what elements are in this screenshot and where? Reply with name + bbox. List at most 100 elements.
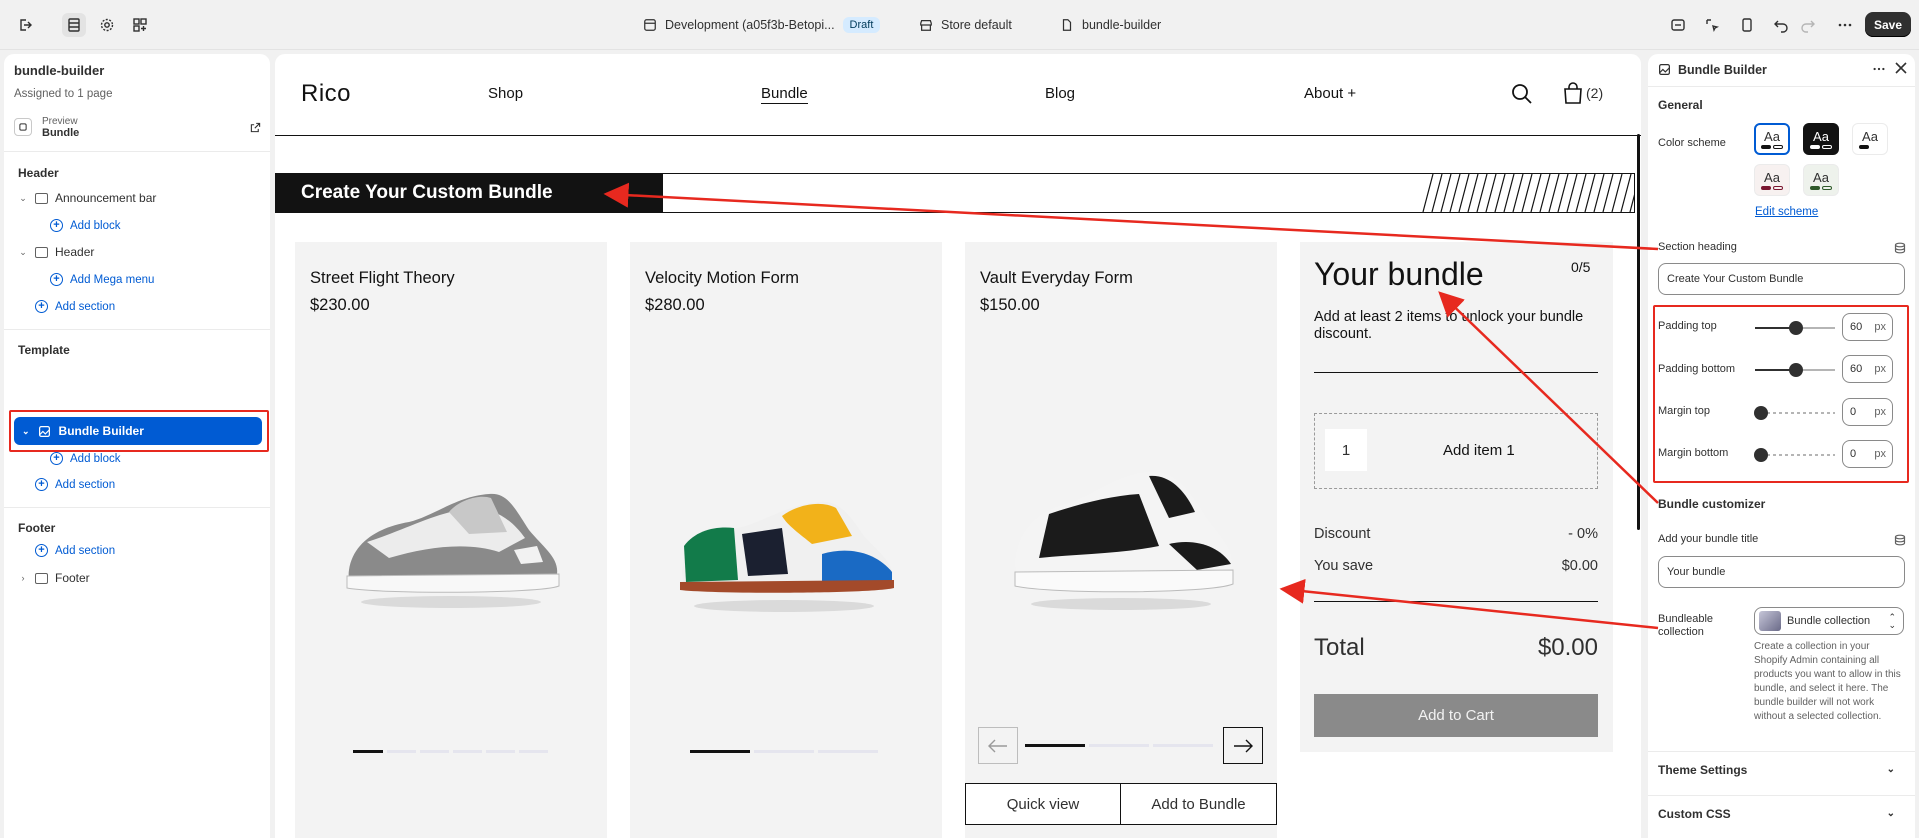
preview-selector[interactable]: Preview Bundle: [14, 114, 262, 140]
color-scheme-5[interactable]: Aa: [1803, 164, 1839, 196]
add-section-label: Add section: [55, 300, 116, 313]
section-heading-input[interactable]: Create Your Custom Bundle: [1658, 263, 1905, 295]
bundle-builder-section-icon: [1658, 63, 1672, 77]
custom-css-accordion[interactable]: Custom CSS ⌄: [1648, 795, 1915, 831]
carousel-next-button[interactable]: [1223, 727, 1263, 764]
slider-handle[interactable]: [1754, 448, 1768, 462]
preview-page-icon: [14, 118, 32, 136]
search-icon[interactable]: [1510, 82, 1534, 111]
image-carousel-dots: [1025, 744, 1213, 747]
section-icon: [35, 572, 48, 584]
preview-scrollbar[interactable]: [1637, 134, 1640, 530]
margin-bottom-value: 0: [1850, 448, 1857, 460]
exit-icon[interactable]: [13, 13, 37, 37]
more-actions-icon[interactable]: [1833, 13, 1857, 37]
color-scheme-2[interactable]: Aa: [1803, 123, 1839, 155]
nav-shop[interactable]: Shop: [488, 85, 523, 102]
store-logo[interactable]: Rico: [301, 80, 351, 108]
bundle-count: 0/5: [1571, 259, 1591, 275]
select-cursor-icon[interactable]: [1700, 13, 1724, 37]
theme-name: Development (a05f3b-Betopi...: [665, 18, 835, 32]
product-price: $150.00: [980, 296, 1040, 314]
sections-icon[interactable]: [62, 13, 86, 37]
unit-label: px: [1874, 363, 1886, 375]
product-title[interactable]: Vault Everyday Form: [980, 269, 1133, 288]
external-link-icon[interactable]: [250, 122, 262, 134]
bundle-title-input[interactable]: Your bundle: [1658, 556, 1905, 588]
sneaker-color-image: [680, 501, 894, 612]
product-price: $280.00: [645, 296, 705, 314]
section-announcement-bar[interactable]: ⌄ Announcement bar: [18, 191, 156, 205]
slider-handle[interactable]: [1789, 321, 1803, 335]
section-label: Footer: [55, 571, 90, 585]
unit-label: px: [1874, 406, 1886, 418]
product-card[interactable]: Street Flight Theory $230.00: [295, 242, 607, 838]
swatch-text: Aa: [1862, 129, 1878, 144]
add-mega-menu-button[interactable]: + Add Mega menu: [50, 273, 154, 286]
nav-bundle[interactable]: Bundle: [761, 85, 808, 104]
inspector-icon[interactable]: [1666, 13, 1690, 37]
carousel-prev-button[interactable]: [978, 727, 1018, 764]
nav-about[interactable]: About +: [1304, 85, 1356, 102]
product-card[interactable]: Velocity Motion Form $280.00: [630, 242, 942, 838]
theme-settings-accordion[interactable]: Theme Settings ⌄: [1648, 751, 1915, 787]
color-scheme-1[interactable]: Aa: [1754, 123, 1790, 155]
dynamic-source-icon[interactable]: [1894, 534, 1906, 549]
settings-gear-icon[interactable]: [95, 13, 119, 37]
margin-bottom-slider[interactable]: [1754, 448, 1835, 462]
add-section-button[interactable]: + Add section: [35, 478, 115, 491]
quick-view-button[interactable]: Quick view: [965, 783, 1121, 825]
mobile-preview-icon[interactable]: [1735, 13, 1759, 37]
margin-top-slider[interactable]: [1754, 406, 1835, 420]
undo-icon[interactable]: [1769, 13, 1793, 37]
margin-top-input[interactable]: 0 px: [1842, 398, 1893, 426]
padding-top-label: Padding top: [1658, 320, 1717, 332]
product-title[interactable]: Velocity Motion Form: [645, 269, 799, 288]
slider-handle[interactable]: [1754, 406, 1768, 420]
cart-button[interactable]: (2): [1562, 81, 1603, 105]
section-icon: [35, 246, 48, 258]
store-selector[interactable]: Store default: [919, 14, 1012, 36]
section-footer[interactable]: › Footer: [18, 571, 90, 585]
add-block-label: Add block: [70, 219, 121, 232]
theme-selector[interactable]: Development (a05f3b-Betopi... Draft: [643, 14, 881, 36]
bundle-slot[interactable]: 1 Add item 1: [1314, 413, 1598, 489]
padding-bottom-label: Padding bottom: [1658, 363, 1736, 375]
edit-scheme-link[interactable]: Edit scheme: [1755, 206, 1818, 218]
color-scheme-3[interactable]: Aa: [1852, 123, 1888, 155]
add-to-cart-button[interactable]: Add to Cart: [1314, 694, 1598, 737]
product-card[interactable]: Vault Everyday Form $150.00 Quick view A…: [965, 242, 1277, 838]
padding-top-input[interactable]: 60 px: [1842, 313, 1893, 341]
slider-handle[interactable]: [1789, 363, 1803, 377]
add-block-button[interactable]: + Add block: [50, 219, 121, 232]
redo-icon[interactable]: [1796, 13, 1820, 37]
save-button[interactable]: Save: [1865, 12, 1911, 37]
add-section-button[interactable]: + Add section: [35, 300, 115, 313]
product-title[interactable]: Street Flight Theory: [310, 269, 455, 288]
padding-bottom-input[interactable]: 60 px: [1842, 355, 1893, 383]
accordion-label: Theme Settings: [1658, 762, 1748, 777]
divider: [1314, 372, 1598, 373]
section-heading-label: Section heading: [1658, 241, 1737, 253]
nav-blog[interactable]: Blog: [1045, 85, 1075, 102]
apps-icon[interactable]: [128, 13, 152, 37]
dynamic-source-icon[interactable]: [1894, 242, 1906, 257]
padding-top-slider[interactable]: [1755, 321, 1835, 335]
add-block-button[interactable]: + Add block: [50, 452, 121, 465]
add-to-bundle-button[interactable]: Add to Bundle: [1120, 783, 1277, 825]
close-icon[interactable]: [1895, 62, 1911, 78]
color-scheme-4[interactable]: Aa: [1754, 164, 1790, 196]
template-selector[interactable]: bundle-builder: [1060, 14, 1161, 36]
collection-picker[interactable]: Bundle collection ⌃ ⌄: [1754, 607, 1904, 635]
settings-panel: Bundle Builder General Color scheme Aa A…: [1648, 54, 1915, 838]
annotation-highlight: [9, 410, 269, 452]
margin-bottom-input[interactable]: 0 px: [1842, 440, 1893, 468]
more-actions-icon[interactable]: [1872, 62, 1888, 78]
cart-bag-icon: [1564, 82, 1582, 104]
preview-value: Bundle: [42, 127, 80, 139]
color-scheme-label: Color scheme: [1658, 137, 1726, 149]
padding-bottom-slider[interactable]: [1755, 363, 1835, 377]
add-section-button[interactable]: + Add section: [35, 544, 115, 557]
section-header[interactable]: ⌄ Header: [18, 245, 94, 259]
accordion-label: Custom CSS: [1658, 806, 1731, 821]
